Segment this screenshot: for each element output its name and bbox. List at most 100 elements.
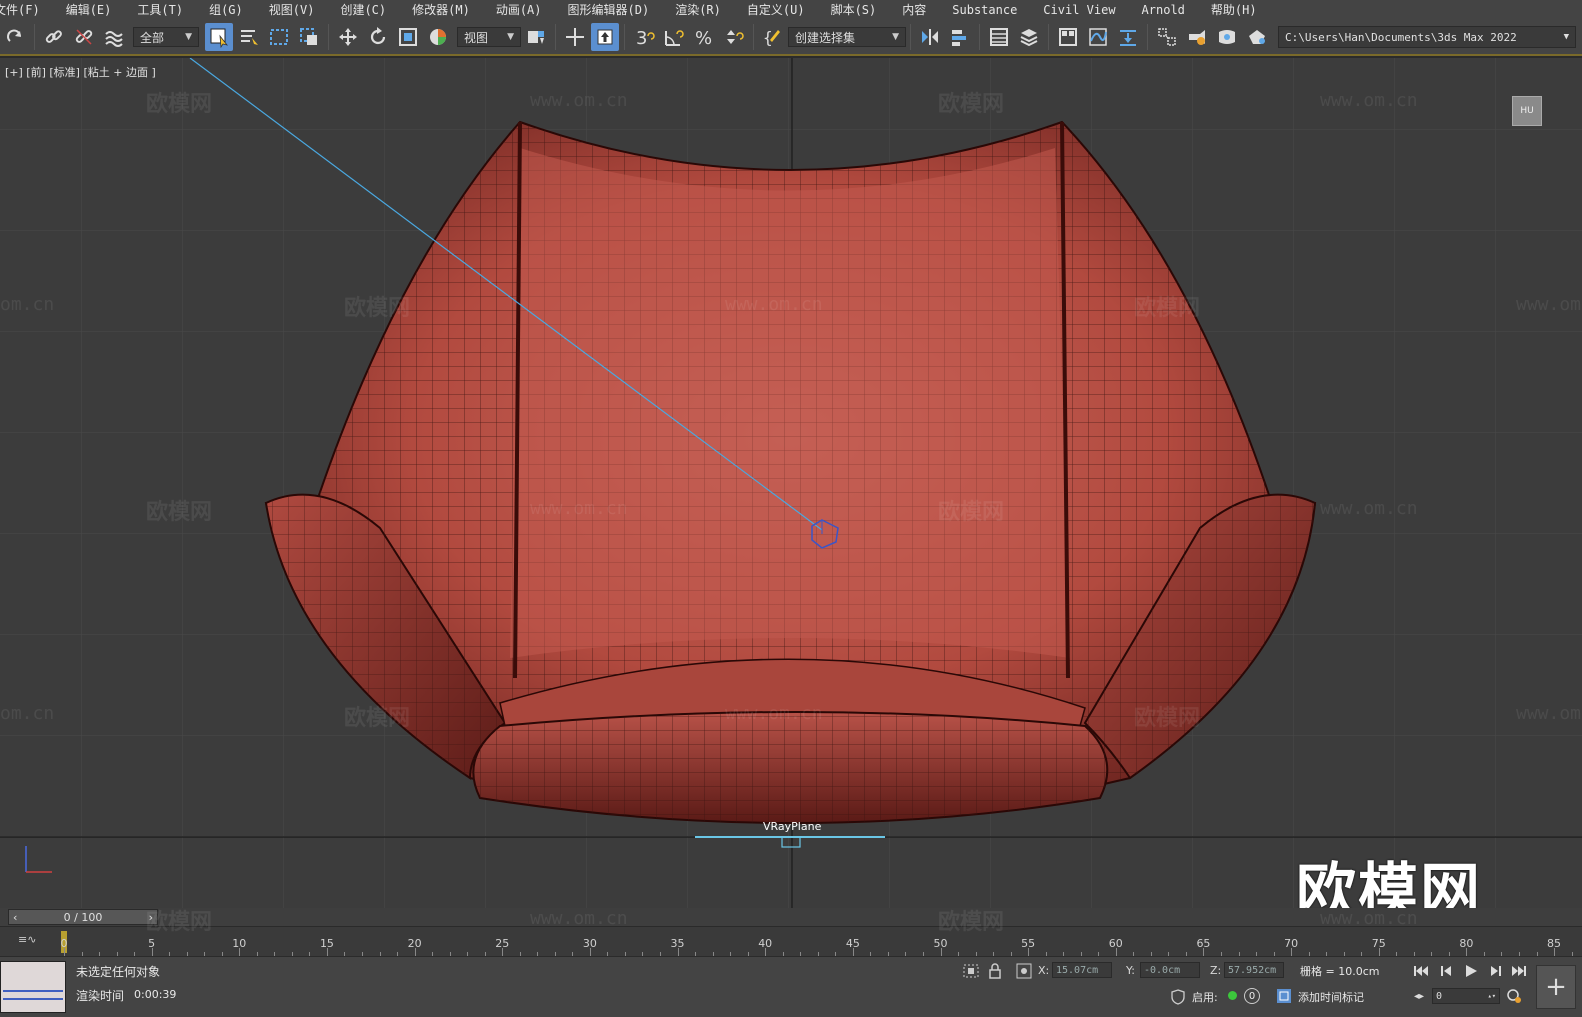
time-configuration-icon[interactable]	[1506, 988, 1522, 1004]
y-coord-field[interactable]: -0.0cm	[1140, 962, 1200, 978]
edit-named-selection-icon[interactable]: {	[759, 23, 787, 51]
ribbon-toggle-icon[interactable]	[1054, 23, 1082, 51]
menu-item[interactable]: Substance	[939, 0, 1030, 20]
mirror-icon[interactable]	[916, 23, 944, 51]
render-setup-icon[interactable]	[1183, 23, 1211, 51]
spinner-icon[interactable]: ▴▾	[1488, 992, 1496, 1000]
add-time-tag[interactable]: 添加时间标记	[1298, 989, 1364, 1005]
menu-item[interactable]: 内容	[889, 0, 939, 20]
toolbar-separator	[1048, 24, 1049, 50]
menu-item[interactable]: 视图(V)	[256, 0, 328, 20]
track-bar[interactable]: ≡∿ 0 5 10 15 20 25 30 35 40 45 50 55 60 65 70 75 80 85	[0, 926, 1582, 956]
current-frame-field[interactable]: 0 ▴▾	[1432, 988, 1500, 1004]
angle-snap-icon[interactable]	[660, 23, 688, 51]
track-tick	[642, 952, 644, 956]
track-tick	[1518, 952, 1520, 956]
track-tick	[1343, 952, 1345, 956]
track-tick-label: 10	[232, 937, 247, 950]
keyboard-shortcut-override-icon[interactable]	[591, 23, 619, 51]
track-tick	[309, 952, 311, 956]
time-tag-icon[interactable]	[1276, 988, 1292, 1004]
project-path-field[interactable]: C:\Users\Han\Documents\3ds Max 2022 ▼	[1278, 26, 1576, 48]
curve-editor-icon[interactable]	[1084, 23, 1112, 51]
track-tick	[695, 952, 697, 956]
rotate-icon[interactable]	[364, 23, 392, 51]
move-icon[interactable]	[334, 23, 362, 51]
menu-item[interactable]: 组(G)	[196, 0, 256, 20]
menu-item[interactable]: 编辑(E)	[53, 0, 125, 20]
select-object-icon[interactable]	[205, 23, 233, 51]
selection-filter-dropdown[interactable]: 全部 ▼	[133, 27, 199, 47]
menu-item[interactable]: 动画(A)	[483, 0, 555, 20]
go-to-end-icon[interactable]	[1508, 961, 1530, 981]
snap-toggle-icon[interactable]: 3	[630, 23, 658, 51]
toolbar-separator	[328, 24, 329, 50]
named-selection-set-dropdown[interactable]: 创建选择集 ▼	[788, 27, 906, 47]
bind-space-warp-icon[interactable]	[100, 23, 128, 51]
pivot-center-icon[interactable]	[522, 23, 550, 51]
lock-icon[interactable]	[988, 962, 1002, 980]
track-tick	[1168, 952, 1170, 956]
viewport-front[interactable]: [+] [前] [标准] [粘土 + 边面 ] 欧模网 www.om.cn 欧模…	[0, 58, 1582, 908]
link-icon[interactable]	[40, 23, 68, 51]
track-tick	[1536, 952, 1538, 956]
menu-item[interactable]: 脚本(S)	[818, 0, 890, 20]
reference-coord-value: 视图	[464, 30, 489, 45]
chevron-down-icon: ▼	[507, 32, 514, 42]
key-mode-icon[interactable]: ◂▸	[1414, 991, 1424, 1002]
time-slider-handle[interactable]: ‹ 0 / 100 ›	[8, 909, 158, 925]
track-tick-label: 55	[1021, 937, 1036, 950]
scale-icon[interactable]	[394, 23, 422, 51]
menu-item[interactable]: 自定义(U)	[734, 0, 818, 20]
play-icon[interactable]	[1460, 961, 1482, 981]
menu-item[interactable]: 工具(T)	[124, 0, 196, 20]
absolute-mode-icon[interactable]	[1016, 963, 1032, 979]
enable-counter[interactable]: 0	[1244, 988, 1260, 1004]
isolate-selection-icon[interactable]	[962, 963, 980, 979]
shield-icon[interactable]	[1170, 989, 1186, 1005]
x-coord-field[interactable]: 15.07cm	[1052, 962, 1112, 978]
menu-item[interactable]: 创建(C)	[327, 0, 399, 20]
menu-item[interactable]: 文件(F)	[0, 0, 53, 20]
unlink-icon[interactable]	[70, 23, 98, 51]
window-crossing-icon[interactable]	[295, 23, 323, 51]
track-tick	[1571, 952, 1573, 956]
z-coord-field[interactable]: 57.952cm	[1224, 962, 1284, 978]
menu-item[interactable]: 帮助(H)	[1198, 0, 1270, 20]
schematic-view-icon[interactable]	[1114, 23, 1142, 51]
align-icon[interactable]	[946, 23, 974, 51]
select-by-name-icon[interactable]	[235, 23, 263, 51]
viewcube[interactable]: HU	[1512, 96, 1542, 126]
viewport-label[interactable]: [+] [前] [标准] [粘土 + 边面 ]	[5, 64, 156, 80]
watermark-url: www.om.cn	[1320, 90, 1418, 111]
curve-editor-mini-icon[interactable]: ≡∿	[18, 933, 36, 946]
layer-explorer-icon[interactable]	[1015, 23, 1043, 51]
percent-snap-icon[interactable]: %	[690, 23, 718, 51]
add-icon[interactable]: +	[1536, 965, 1576, 1009]
place-icon[interactable]	[424, 23, 452, 51]
render-production-icon[interactable]	[1243, 23, 1271, 51]
reference-coord-dropdown[interactable]: 视图 ▼	[457, 27, 521, 47]
previous-frame-icon[interactable]	[1436, 961, 1458, 981]
menu-item[interactable]: Civil View	[1030, 0, 1128, 20]
spinner-snap-icon[interactable]	[720, 23, 748, 51]
go-to-start-icon[interactable]	[1410, 961, 1432, 981]
scene-explorer-icon[interactable]	[985, 23, 1013, 51]
select-manipulate-icon[interactable]	[561, 23, 589, 51]
rectangular-selection-icon[interactable]	[265, 23, 293, 51]
track-tick	[905, 952, 907, 956]
menu-item[interactable]: 渲染(R)	[662, 0, 734, 20]
time-slider[interactable]: ‹ 0 / 100 › 欧模网 www.om.cn 欧模网 www.om.cn	[0, 908, 1582, 935]
redo-icon[interactable]	[1, 23, 29, 51]
menu-item[interactable]: 修改器(M)	[399, 0, 483, 20]
material-editor-icon[interactable]	[1153, 23, 1181, 51]
chevron-left-icon[interactable]: ‹	[13, 911, 17, 924]
maxscript-listener-preview[interactable]	[0, 961, 66, 1013]
rendered-frame-window-icon[interactable]	[1213, 23, 1241, 51]
menu-item[interactable]: 图形编辑器(D)	[555, 0, 663, 20]
watermark-brand: 欧模网	[344, 296, 411, 321]
track-tick	[204, 952, 206, 956]
menu-item[interactable]: Arnold	[1129, 0, 1198, 20]
next-frame-icon[interactable]	[1484, 961, 1506, 981]
track-tick	[99, 952, 101, 956]
